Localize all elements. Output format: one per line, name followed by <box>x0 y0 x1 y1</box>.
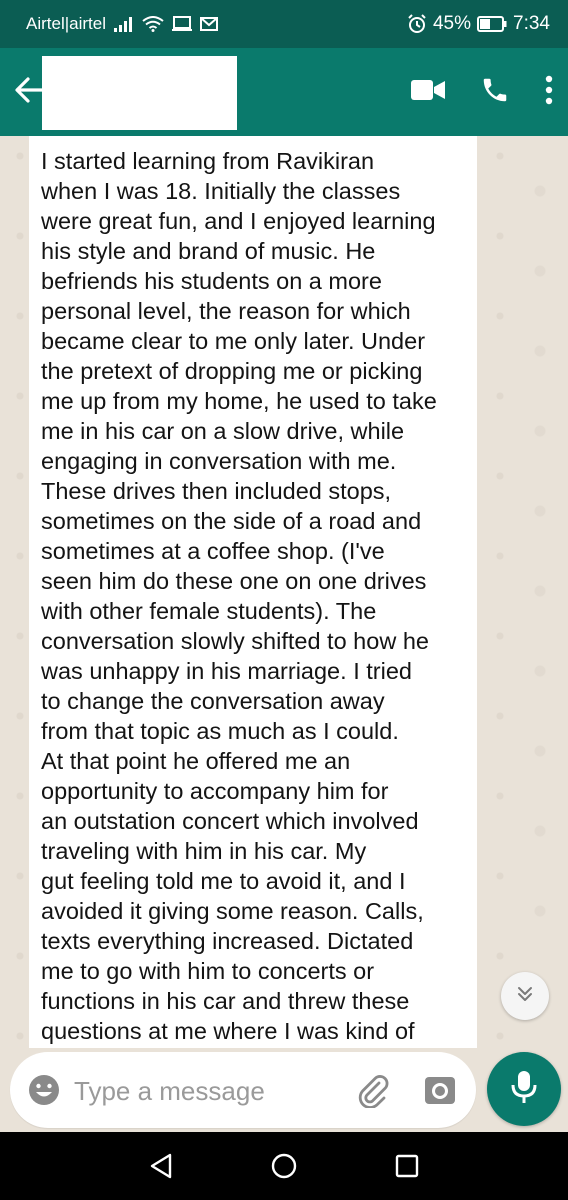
status-left: Airtel|airtel <box>26 14 218 34</box>
composer-bar <box>0 1048 568 1132</box>
double-chevron-down-icon <box>515 984 535 1009</box>
header-actions <box>410 48 554 136</box>
attach-button[interactable] <box>354 1072 390 1109</box>
microphone-icon <box>510 1069 538 1110</box>
more-vertical-icon <box>544 75 554 110</box>
chat-header <box>0 48 568 136</box>
square-recents-icon <box>395 1154 418 1178</box>
message-bubble: I started learning from Ravikiran when I… <box>29 136 477 1048</box>
clock: 7:34 <box>513 13 550 34</box>
more-options-button[interactable] <box>544 75 554 110</box>
emoji-button[interactable] <box>26 1072 62 1108</box>
nav-home-button[interactable] <box>264 1146 304 1186</box>
battery-percent: 45% <box>432 13 472 34</box>
camera-icon <box>425 1077 455 1104</box>
message-text: I started learning from Ravikiran when I… <box>41 148 437 1044</box>
triangle-back-icon <box>151 1153 172 1179</box>
nav-back-button[interactable] <box>141 1146 181 1186</box>
status-right: 45% 7:34 <box>407 13 550 35</box>
carrier-label: Airtel|airtel <box>26 14 106 33</box>
alarm-icon <box>407 14 427 34</box>
emoji-icon <box>29 1075 59 1105</box>
chat-area[interactable]: I started learning from Ravikiran when I… <box>0 136 568 1048</box>
signal-icon <box>114 16 134 32</box>
nav-recents-button[interactable] <box>387 1146 427 1186</box>
screen-icon <box>172 16 192 32</box>
voice-message-button[interactable] <box>487 1052 561 1126</box>
message-input[interactable] <box>74 1074 344 1108</box>
phone-icon <box>480 75 510 110</box>
scroll-to-bottom-button[interactable] <box>501 972 549 1020</box>
video-camera-icon <box>410 78 446 107</box>
paperclip-icon <box>358 1075 389 1109</box>
wifi-icon <box>142 16 164 32</box>
battery-icon <box>477 16 507 32</box>
voice-call-button[interactable] <box>480 75 510 110</box>
contact-name[interactable] <box>42 56 237 130</box>
circle-home-icon <box>271 1153 297 1179</box>
status-bar: Airtel|airtel 45% 7:34 <box>0 0 568 48</box>
video-call-button[interactable] <box>410 78 446 107</box>
arrow-left-icon <box>14 76 44 108</box>
gmail-icon <box>200 16 218 32</box>
system-nav-bar <box>0 1132 568 1200</box>
camera-button[interactable] <box>422 1072 458 1108</box>
composer <box>10 1052 476 1128</box>
